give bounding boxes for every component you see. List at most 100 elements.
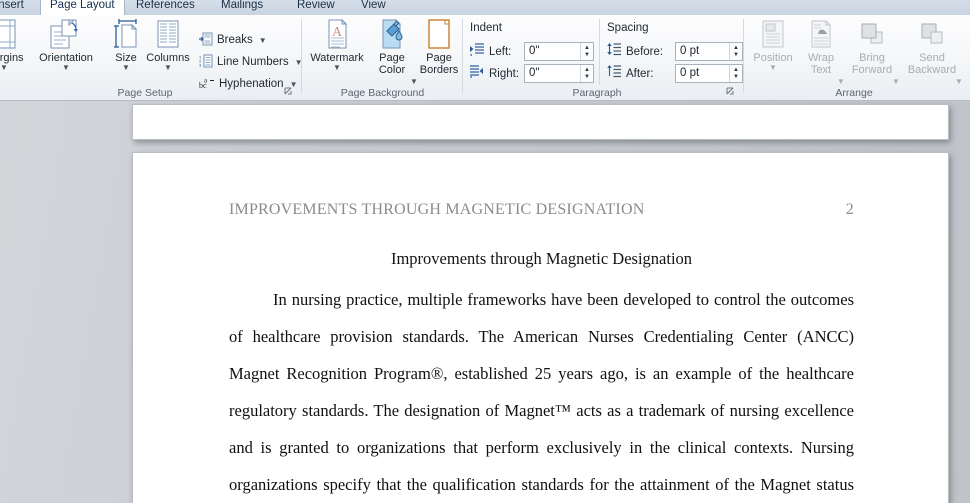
spacing-before-icon — [607, 42, 622, 61]
selection-pane-icon — [963, 18, 970, 50]
arrange-group-label: Arrange — [835, 87, 873, 99]
send-backward-icon — [901, 18, 963, 50]
spacing-before-value: 0 pt — [680, 45, 700, 57]
spacing-heading: Spacing — [607, 22, 649, 34]
selection-pane-label: Sel — [963, 52, 970, 64]
indent-left-icon — [470, 42, 485, 61]
ribbon-group-arrange: Position ▼ Wrap Text ▼ Bring Forward ▼ S… — [744, 15, 970, 100]
paragraph-dialog-launcher[interactable] — [725, 86, 737, 98]
indent-heading: Indent — [470, 22, 502, 34]
ribbon-group-paragraph: Indent Left: 0" ▲ ▼ Right: 0" ▲ ▼ Spacin… — [463, 15, 744, 100]
spacing-after-value: 0 pt — [680, 67, 700, 79]
document-heading: Improvements through Magnetic Designatio… — [390, 249, 693, 268]
tab-page-layout[interactable]: Page Layout — [40, 0, 125, 15]
spacing-before-stepper[interactable]: ▲ ▼ — [729, 43, 742, 60]
ribbon-group-page-background: A Watermark ▼ Page Color ▼ Page Borders … — [302, 15, 463, 100]
tab-review[interactable]: Review — [288, 0, 344, 15]
columns-caret-icon[interactable]: ▼ — [142, 64, 194, 72]
running-header-text: IMPROVEMENTS THROUGH MAGNETIC DESIGNATIO… — [229, 201, 645, 218]
indent-left-field[interactable]: 0" ▲ ▼ — [524, 42, 594, 61]
spacing-before-label: Before: — [626, 45, 664, 58]
watermark-icon: A — [306, 18, 368, 50]
tab-mailings[interactable]: Mailings — [212, 0, 272, 15]
position-button[interactable]: Position ▼ — [747, 18, 799, 84]
page-borders-icon — [415, 18, 463, 50]
page-borders-label: Page Borders — [419, 52, 459, 76]
wrap-text-button[interactable]: Wrap Text — [799, 18, 843, 84]
ribbon: Insert Page Layout References Mailings R… — [0, 0, 970, 101]
document-page-current[interactable]: IMPROVEMENTS THROUGH MAGNETIC DESIGNATIO… — [132, 152, 949, 503]
breaks-caret-icon[interactable]: ▼ — [259, 36, 267, 45]
send-backward-button[interactable]: Send Backward — [901, 18, 963, 84]
svg-text:a: a — [204, 76, 208, 84]
selection-pane-button[interactable]: Sel — [963, 18, 970, 84]
tab-insert[interactable]: Insert — [0, 0, 33, 15]
bring-forward-button[interactable]: Bring Forward — [843, 18, 901, 84]
document-paragraph: In nursing practice, multiple frameworks… — [229, 290, 854, 494]
page-borders-button[interactable]: Page Borders — [415, 18, 463, 84]
columns-button[interactable]: Columns ▼ — [142, 18, 194, 84]
document-running-header: IMPROVEMENTS THROUGH MAGNETIC DESIGNATIO… — [229, 201, 854, 219]
bring-forward-icon — [843, 18, 901, 50]
send-backward-label: Send Backward — [907, 52, 957, 76]
margins-button[interactable]: Margins ▼ — [0, 18, 30, 84]
line-numbers-label: Line Numbers — [217, 56, 289, 68]
indent-right-stepper[interactable]: ▲ ▼ — [580, 65, 593, 82]
breaks-icon — [199, 32, 213, 49]
page-color-label: Page Color — [378, 52, 406, 76]
page-number: 2 — [845, 201, 854, 218]
page-color-icon — [368, 18, 416, 50]
columns-icon — [142, 18, 194, 50]
position-caret-icon[interactable]: ▼ — [747, 64, 799, 72]
document-canvas[interactable]: IMPROVEMENTS THROUGH MAGNETIC DESIGNATIO… — [0, 101, 970, 503]
margins-icon — [0, 18, 30, 50]
spacing-after-row: After: 0 pt ▲ ▼ — [607, 64, 743, 83]
ribbon-tab-strip: Insert Page Layout References Mailings R… — [0, 0, 970, 15]
indent-right-icon — [470, 64, 485, 83]
paragraph-inner-divider — [599, 19, 600, 85]
page-background-group-label: Page Background — [340, 87, 425, 99]
indent-right-field[interactable]: 0" ▲ ▼ — [524, 64, 594, 83]
orientation-icon — [32, 18, 100, 50]
indent-left-row: Left: 0" ▲ ▼ — [470, 42, 594, 61]
page-color-button[interactable]: Page Color — [368, 18, 416, 84]
tab-view[interactable]: View — [352, 0, 395, 15]
watermark-button[interactable]: A Watermark ▼ — [306, 18, 368, 84]
indent-right-row: Right: 0" ▲ ▼ — [470, 64, 594, 83]
bring-forward-label: Bring Forward — [851, 52, 893, 76]
indent-left-stepper[interactable]: ▲ ▼ — [580, 43, 593, 60]
orientation-caret-icon[interactable]: ▼ — [32, 64, 100, 72]
svg-text:A: A — [332, 25, 343, 40]
wrap-text-icon — [799, 18, 843, 50]
indent-left-label: Left: — [489, 45, 512, 58]
tab-references[interactable]: References — [127, 0, 204, 15]
line-numbers-button[interactable]: 1 2 3 Line Numbers ▼ — [196, 52, 306, 72]
ribbon-body: Margins ▼ — [0, 15, 970, 101]
page-setup-dialog-launcher[interactable] — [283, 86, 295, 98]
margins-caret-icon[interactable]: ▼ — [0, 64, 30, 72]
line-numbers-icon: 1 2 3 — [199, 54, 213, 71]
spacing-after-field[interactable]: 0 pt ▲ ▼ — [675, 64, 743, 83]
spacing-after-label: After: — [626, 67, 654, 80]
watermark-caret-icon[interactable]: ▼ — [306, 64, 368, 72]
spacing-before-row: Before: 0 pt ▲ ▼ — [607, 42, 743, 61]
wrap-text-label: Wrap Text — [807, 52, 835, 76]
position-icon — [747, 18, 799, 50]
spacing-after-icon — [607, 64, 622, 83]
svg-text:3: 3 — [199, 62, 202, 67]
spacing-after-stepper[interactable]: ▲ ▼ — [729, 65, 742, 82]
document-page-previous — [132, 104, 949, 140]
bring-forward-caret-icon[interactable]: ▼ — [892, 77, 900, 86]
breaks-label: Breaks — [217, 34, 253, 46]
indent-left-value: 0" — [529, 45, 540, 57]
indent-right-label: Right: — [489, 67, 520, 80]
paragraph-group-label: Paragraph — [572, 87, 622, 99]
send-backward-caret-icon[interactable]: ▼ — [955, 77, 963, 86]
document-body[interactable]: In nursing practice, multiple frameworks… — [229, 281, 854, 503]
spacing-before-field[interactable]: 0 pt ▲ ▼ — [675, 42, 743, 61]
ribbon-group-page-setup: Margins ▼ — [0, 15, 303, 100]
breaks-button[interactable]: Breaks ▼ — [196, 30, 270, 50]
orientation-button[interactable]: Orientation ▼ — [32, 18, 100, 84]
page-setup-group-label: Page Setup — [117, 87, 173, 99]
indent-right-value: 0" — [529, 67, 540, 79]
